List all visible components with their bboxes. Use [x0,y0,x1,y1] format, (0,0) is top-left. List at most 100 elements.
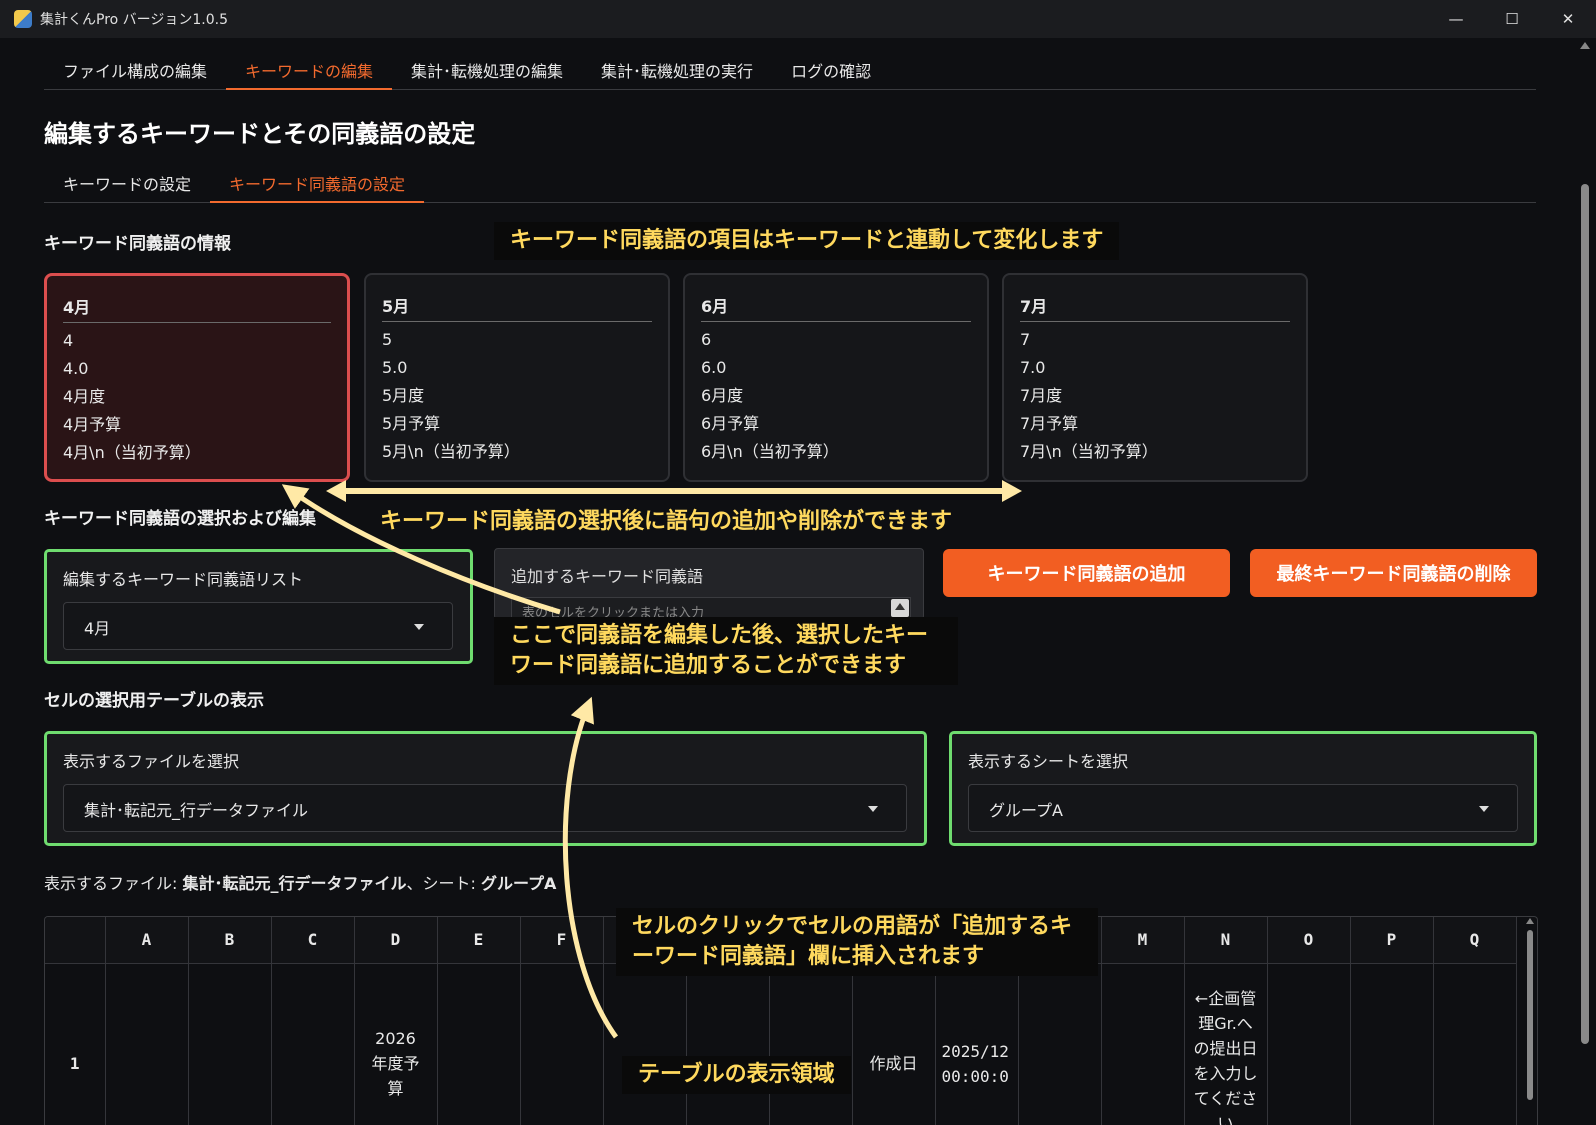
scroll-up-icon[interactable] [891,599,909,617]
tab-aggregation-run[interactable]: 集計･転機処理の実行 [582,50,772,90]
sub-tabs: キーワードの設定 キーワード同義語の設定 [44,163,1536,203]
annotation-cell-click: セルのクリックでセルの用語が「追加するキーワード同義語」欄に挿入されます [616,908,1098,976]
sheet-cell[interactable] [1350,963,1434,1125]
page-title: 編集するキーワードとその同義語の設定 [44,120,476,148]
sheet-cell[interactable] [1433,963,1517,1125]
sheet-cell[interactable] [769,963,853,1125]
synonym-info-heading: キーワード同義語の情報 [44,234,231,254]
window-controls: — ☐ ✕ [1428,0,1596,38]
maximize-icon[interactable]: ☐ [1484,0,1540,38]
column-header: N [1184,917,1268,964]
table-scroll-thumb[interactable] [1527,930,1533,1100]
synonym-item: 7月予算 [1020,414,1079,433]
synonym-list-panel: 編集するキーワード同義語リスト 4月 [44,549,473,664]
window-title: 集計くんPro バージョン1.0.5 [40,12,229,28]
table-select-heading: セルの選択用テーブルの表示 [44,691,264,711]
sheet-cell[interactable] [105,963,189,1125]
synonym-item: 4月\n（当初予算） [63,443,201,462]
cell-text: ←企画管理Gr.への提出日を入力してください [1193,988,1258,1125]
synonym-item: 5月度 [382,386,425,405]
chevron-down-icon [1479,806,1489,812]
synonym-item: 5 [382,330,393,349]
column-header: Q [1433,917,1517,964]
synonym-item: 6 [701,330,712,349]
annotation-table-area: テーブルの表示領域 [622,1056,851,1094]
synonym-item: 6月予算 [701,414,760,433]
synonym-item: 6月\n（当初予算） [701,442,839,461]
subtab-synonym-settings[interactable]: キーワード同義語の設定 [210,163,425,203]
synonym-card-june[interactable]: 6月 6 6.0 6月度 6月予算 6月\n（当初予算） [683,273,989,482]
synonym-item: 6月度 [701,386,744,405]
add-synonym-button[interactable]: キーワード同義語の追加 [943,549,1230,597]
sheet-select-panel: 表示するシートを選択 グループA [949,731,1537,846]
synonym-card-april[interactable]: 4月 4 4.0 4月度 4月予算 4月\n（当初予算） [44,273,350,482]
add-synonym-label: 追加するキーワード同義語 [511,567,704,586]
synonym-item: 4月度 [63,387,106,406]
column-header: F [520,917,604,964]
synonym-item: 6.0 [701,358,727,377]
sheet-cell[interactable] [271,963,355,1125]
file-select-label: 表示するファイルを選択 [63,752,240,771]
synonym-card-title: 6月 [701,293,971,322]
sheet-cell[interactable] [1267,963,1351,1125]
scroll-up-icon[interactable] [1580,42,1590,49]
column-header-corner [45,917,106,964]
synonym-item: 7月\n（当初予算） [1020,442,1158,461]
annotation-edit-here: ここで同義語を編集した後、選択したキーワード同義語に追加することができます [494,617,958,685]
minimize-icon[interactable]: — [1428,0,1484,38]
subtab-keyword-settings[interactable]: キーワードの設定 [44,163,210,203]
tab-log[interactable]: ログの確認 [772,50,890,90]
synonym-list-select[interactable]: 4月 [63,602,453,650]
sheet-cell[interactable] [1018,963,1102,1125]
column-header: E [437,917,521,964]
synonym-card-may[interactable]: 5月 5 5.0 5月度 5月予算 5月\n（当初予算） [364,273,670,482]
synonym-item: 5月\n（当初予算） [382,442,520,461]
page-scrollbar[interactable] [1578,38,1592,1125]
synonym-card-title: 7月 [1020,293,1290,322]
display-info-file-prefix: 表示するファイル: [44,874,183,893]
delete-last-synonym-button[interactable]: 最終キーワード同義語の削除 [1250,549,1537,597]
table-scrollbar[interactable] [1526,918,1534,1100]
column-header: O [1267,917,1351,964]
sheet-cell[interactable] [188,963,272,1125]
arrow-left-head [326,480,346,502]
sheet-cell[interactable]: 2026年度予算 [354,963,438,1125]
chevron-down-icon [414,624,424,630]
sheet-cell[interactable] [520,963,604,1125]
sheet-select[interactable]: グループA [968,784,1518,832]
row-number: 1 [45,963,106,1125]
add-synonym-input[interactable]: 表のセルをクリックまたは入力 [511,597,911,619]
chevron-down-icon [868,806,878,812]
sheet-cell[interactable]: ←企画管理Gr.への提出日を入力してください [1184,963,1268,1125]
display-info-file: 集計･転記元_行データファイル [182,874,407,893]
synonym-list-label: 編集するキーワード同義語リスト [63,570,304,589]
app-icon [14,10,32,28]
synonym-card-july[interactable]: 7月 7 7.0 7月度 7月予算 7月\n（当初予算） [1002,273,1308,482]
sheet-cell[interactable] [1101,963,1185,1125]
file-select-value: 集計･転記元_行データファイル [84,801,309,820]
scroll-up-icon[interactable] [1526,918,1534,924]
column-header: A [105,917,189,964]
scroll-thumb[interactable] [1581,184,1589,1044]
sheet-cell[interactable] [686,963,770,1125]
synonym-item: 5.0 [382,358,408,377]
file-select[interactable]: 集計･転記元_行データファイル [63,784,907,832]
cell-text: 2026年度予算 [371,1029,420,1098]
sheet-cell[interactable] [437,963,521,1125]
sheet-cell[interactable] [603,963,687,1125]
add-synonym-panel: 追加するキーワード同義語 表のセルをクリックまたは入力 [494,548,924,620]
tab-aggregation-edit[interactable]: 集計･転機処理の編集 [392,50,582,90]
table-row: 1 2026年度予算 作成日 2025/12 00:00:0 ←企画管理Gr.へ… [45,963,1517,1125]
display-info-sheet-prefix: 、シート: [406,874,481,893]
sheet-cell[interactable]: 作成日 [852,963,936,1125]
column-header: P [1350,917,1434,964]
sheet-select-label: 表示するシートを選択 [968,752,1129,771]
file-select-panel: 表示するファイルを選択 集計･転記元_行データファイル [44,731,927,846]
close-icon[interactable]: ✕ [1540,0,1596,38]
sheet-cell[interactable]: 2025/12 00:00:0 [935,963,1019,1125]
tab-keyword-edit[interactable]: キーワードの編集 [226,50,393,90]
synonym-item: 4月予算 [63,415,122,434]
synonym-item: 4 [63,331,74,350]
synonym-card-title: 5月 [382,293,652,322]
tab-file-structure[interactable]: ファイル構成の編集 [44,50,226,90]
